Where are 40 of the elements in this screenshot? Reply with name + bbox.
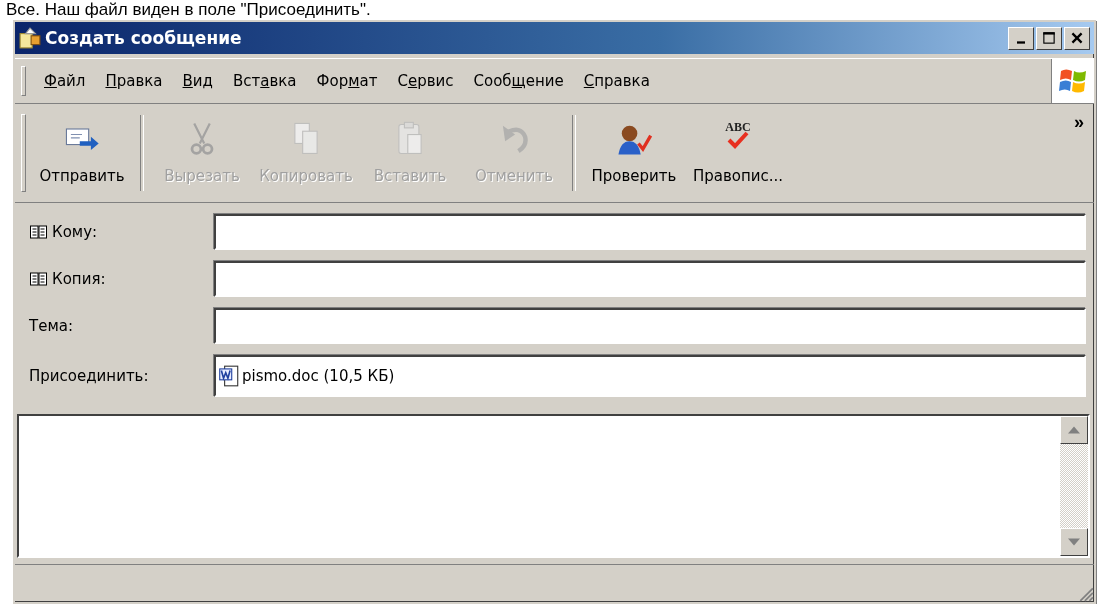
menu-item[interactable]: Сервис [389, 68, 462, 94]
field-label: Присоединить: [29, 367, 149, 385]
spelling-button[interactable]: ABC Правопис... [686, 111, 790, 195]
caption-text: Все. Наш файл виден в поле "Присоединить". [6, 0, 371, 20]
attachment-field[interactable]: pismo.doc (10,5 КБ) [214, 355, 1086, 397]
down-arrow-icon [1068, 538, 1080, 546]
window-title: Создать сообщение [45, 28, 243, 48]
field-label: Кому: [52, 223, 98, 241]
address-book-icon [29, 271, 48, 287]
address-book-icon [29, 224, 48, 240]
resize-grip-icon [1078, 586, 1094, 602]
more-button[interactable]: » [1070, 112, 1088, 133]
minimize-icon [1017, 40, 1025, 44]
maximize-button[interactable] [1036, 26, 1062, 50]
menu-item[interactable]: Файл [36, 68, 94, 94]
menu-item[interactable]: Справка [575, 68, 658, 94]
maximize-icon [1041, 31, 1057, 45]
field-label: Копия: [52, 270, 106, 288]
menu-item[interactable]: Сообщение [465, 68, 572, 94]
icon-text: ABC [725, 121, 751, 134]
menu-item[interactable]: Формат [308, 68, 386, 94]
input-field[interactable] [214, 214, 1086, 250]
new-message-icon [19, 27, 41, 49]
menu-item[interactable]: Правка [97, 68, 171, 94]
close-button[interactable] [1064, 26, 1090, 50]
checkmark-icon [726, 131, 750, 149]
scroll-up-button[interactable] [1060, 416, 1088, 444]
send-button[interactable]: Отправить [30, 111, 134, 195]
field-label: Тема: [29, 317, 73, 335]
menu-item[interactable]: Вид [174, 68, 221, 94]
check-button[interactable]: Проверить [582, 111, 686, 195]
minimize-button[interactable] [1008, 26, 1034, 50]
word-document-icon [218, 364, 240, 388]
scroll-down-button[interactable] [1060, 528, 1088, 556]
input-field[interactable] [214, 261, 1086, 297]
up-arrow-icon [1068, 426, 1080, 434]
close-icon [1069, 31, 1085, 45]
input-field[interactable] [214, 308, 1086, 344]
menu-item[interactable]: Вставка [224, 68, 305, 94]
attachment-name[interactable]: pismo.doc (10,5 КБ) [242, 367, 395, 385]
